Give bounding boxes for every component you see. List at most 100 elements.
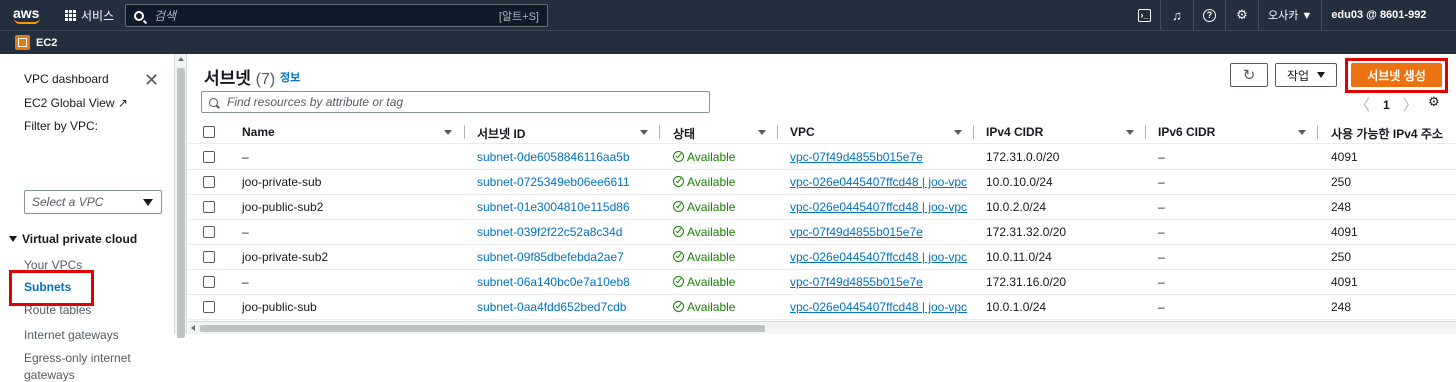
services-menu-button[interactable]: 서비스 [65, 7, 114, 24]
cell-vpc[interactable]: vpc-026e0445407ffcd48 | joo-vpc [790, 200, 967, 214]
row-checkbox[interactable] [203, 201, 215, 213]
row-checkbox[interactable] [203, 176, 215, 188]
highlight-box-create-subnet [1345, 58, 1448, 93]
aws-logo[interactable]: aws [13, 5, 41, 25]
sidebar-item-ec2-global-view[interactable]: EC2 Global View ↗ [24, 96, 128, 110]
row-checkbox[interactable] [203, 276, 215, 288]
services-label: 서비스 [81, 8, 115, 23]
check-circle-icon [673, 276, 684, 287]
column-divider[interactable] [1145, 125, 1146, 139]
sort-icon[interactable] [1126, 130, 1134, 135]
cloudshell-icon[interactable]: ›_ [1138, 8, 1151, 22]
cell-subnet-id[interactable]: subnet-039f2f22c52a8c34d [477, 225, 622, 239]
table-row[interactable]: – subnet-06a140bc0e7a10eb8 Available vpc-07… [188, 270, 1456, 295]
cell-vpc[interactable]: vpc-07f49d4855b015e7e [790, 225, 923, 239]
sidebar-item-egress-only-gateways[interactable]: Egress-only internet [24, 351, 131, 365]
table-row[interactable]: joo-public-sub subnet-0aa4fdd652bed7cdb Av… [188, 295, 1456, 320]
resource-filter-input[interactable]: Find resources by attribute or tag [201, 91, 710, 113]
column-header-ipv4-cidr[interactable]: IPv4 CIDR [986, 125, 1043, 139]
sort-icon[interactable] [1298, 130, 1306, 135]
cell-subnet-id[interactable]: subnet-01e3004810e115d86 [477, 200, 630, 214]
column-divider[interactable] [777, 125, 778, 139]
column-header-state[interactable]: 상태 [673, 125, 695, 142]
cell-state: Available [673, 300, 735, 314]
scrollbar-thumb[interactable] [200, 325, 765, 332]
cell-vpc[interactable]: vpc-07f49d4855b015e7e [790, 275, 923, 289]
subnet-count: (7) [255, 71, 276, 88]
column-divider[interactable] [464, 125, 465, 139]
cell-subnet-id[interactable]: subnet-09f85dbefebda2ae7 [477, 250, 624, 264]
cell-vpc[interactable]: vpc-07f49d4855b015e7e [790, 150, 923, 164]
sidebar: VPC dashboard ✕ EC2 Global View ↗ Filter… [0, 54, 175, 382]
region-selector[interactable]: 오사카 ▼ [1268, 7, 1312, 23]
cell-subnet-id[interactable]: subnet-0de6058846116aa5b [477, 150, 630, 164]
cell-ipv4-cidr: 10.0.10.0/24 [986, 175, 1053, 189]
ec2-shortcut[interactable]: EC2 [36, 37, 57, 49]
close-icon[interactable]: ✕ [144, 70, 159, 91]
sidebar-item-vpc-dashboard[interactable]: VPC dashboard [24, 72, 109, 86]
bell-icon[interactable]: ♫ [1170, 8, 1184, 23]
cell-vpc[interactable]: vpc-026e0445407ffcd48 | joo-vpc [790, 250, 967, 264]
cell-ipv4-cidr: 10.0.11.0/24 [986, 250, 1052, 264]
cell-vpc[interactable]: vpc-026e0445407ffcd48 | joo-vpc [790, 300, 967, 314]
prev-page-icon[interactable]: 〈 [1355, 94, 1370, 115]
gear-icon[interactable]: ⚙ [1235, 7, 1249, 22]
column-divider[interactable] [1317, 125, 1318, 139]
column-divider[interactable] [659, 125, 660, 139]
row-checkbox[interactable] [203, 226, 215, 238]
refresh-button[interactable]: ↻ [1230, 63, 1268, 87]
sort-icon[interactable] [954, 130, 962, 135]
column-header-subnet-id[interactable]: 서브넷 ID [477, 125, 525, 142]
sort-icon[interactable] [758, 130, 766, 135]
cell-vpc[interactable]: vpc-026e0445407ffcd48 | joo-vpc [790, 175, 967, 189]
table-row[interactable]: joo-private-sub subnet-0725349eb06ee6611 A… [188, 170, 1456, 195]
cell-name: joo-private-sub2 [242, 250, 329, 264]
column-header-available-ipv4[interactable]: 사용 가능한 IPv4 주소 [1331, 125, 1443, 142]
sidebar-item-route-tables[interactable]: Route tables [24, 303, 91, 317]
table-row[interactable]: – subnet-039f2f22c52a8c34d Available vpc-07… [188, 220, 1456, 245]
vpc-filter-select[interactable]: Select a VPC [24, 190, 162, 214]
sidebar-scrollbar[interactable] [175, 54, 187, 338]
cell-ipv4-cidr: 172.31.0.0/20 [986, 150, 1060, 164]
cell-ipv4-cidr: 10.0.2.0/24 [986, 200, 1047, 214]
column-header-vpc[interactable]: VPC [790, 125, 815, 139]
sort-icon[interactable] [444, 130, 452, 135]
sidebar-item-egress-only-gateways-line2[interactable]: gateways [24, 368, 75, 382]
cell-state: Available [673, 200, 735, 214]
info-link[interactable]: 정보 [280, 69, 300, 85]
scroll-up-icon[interactable] [178, 57, 184, 61]
scroll-left-icon[interactable] [191, 325, 195, 331]
row-checkbox[interactable] [203, 251, 215, 263]
section-virtual-private-cloud[interactable]: Virtual private cloud [9, 232, 137, 246]
cell-ipv6-cidr: – [1158, 150, 1165, 164]
current-page[interactable]: 1 [1383, 98, 1390, 112]
cell-available-ipv4: 4091 [1331, 275, 1358, 289]
row-checkbox[interactable] [203, 301, 215, 313]
pagination: 〈 1 〉 [1355, 94, 1418, 115]
account-menu[interactable]: edu03 @ 8601-992 [1331, 9, 1426, 21]
table-settings-icon[interactable]: ⚙ [1428, 94, 1440, 110]
check-circle-icon [673, 151, 684, 162]
global-search-input[interactable]: 검색 [알트+S] [125, 4, 548, 27]
column-header-name[interactable]: Name [242, 125, 275, 139]
ec2-icon[interactable] [15, 35, 30, 50]
help-icon[interactable]: ? [1203, 8, 1216, 22]
select-all-checkbox[interactable] [203, 126, 215, 138]
cell-subnet-id[interactable]: subnet-0aa4fdd652bed7cdb [477, 300, 626, 314]
next-page-icon[interactable]: 〉 [1403, 94, 1418, 115]
table-horizontal-scrollbar[interactable] [188, 321, 1456, 334]
cell-subnet-id[interactable]: subnet-0725349eb06ee6611 [477, 175, 630, 189]
table-row[interactable]: – subnet-0de6058846116aa5b Available vpc-07… [188, 145, 1456, 170]
table-row[interactable]: joo-public-sub2 subnet-01e3004810e115d86 A… [188, 195, 1456, 220]
column-divider[interactable] [973, 125, 974, 139]
cell-subnet-id[interactable]: subnet-06a140bc0e7a10eb8 [477, 275, 630, 289]
cell-state: Available [673, 250, 735, 264]
table-header: Name 서브넷 ID 상태 VPC IPv4 CIDR IPv6 CIDR 사… [188, 120, 1456, 144]
table-row[interactable]: joo-private-sub2 subnet-09f85dbefebda2ae7… [188, 245, 1456, 270]
row-checkbox[interactable] [203, 151, 215, 163]
column-header-ipv6-cidr[interactable]: IPv6 CIDR [1158, 125, 1215, 139]
actions-dropdown[interactable]: 작업 [1275, 63, 1337, 87]
sort-icon[interactable] [640, 130, 648, 135]
scrollbar-thumb[interactable] [177, 68, 185, 338]
sidebar-item-internet-gateways[interactable]: Internet gateways [24, 328, 119, 342]
